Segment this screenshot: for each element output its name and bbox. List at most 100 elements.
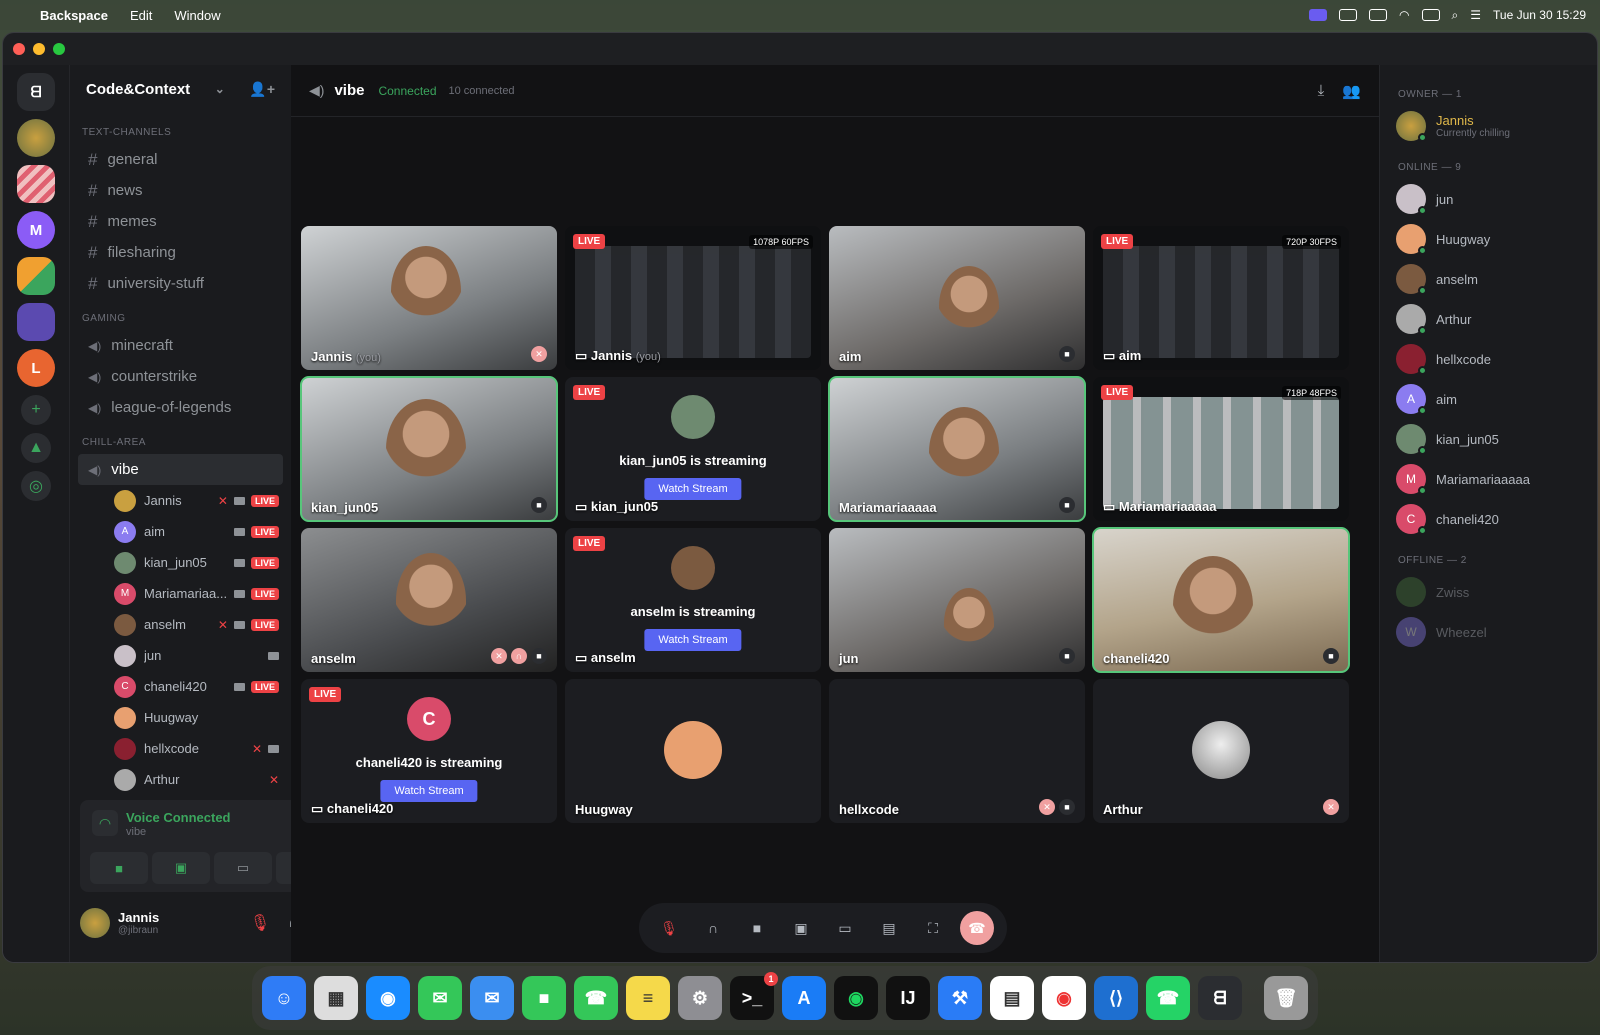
avatar[interactable] xyxy=(80,908,110,938)
server-avatar-1[interactable] xyxy=(17,119,55,157)
download-icon[interactable]: ⤓ xyxy=(1318,82,1325,100)
xcode-icon[interactable]: ⚒ xyxy=(938,976,982,1020)
vscode-icon[interactable]: ⟨⟩ xyxy=(1094,976,1138,1020)
app-store-icon[interactable]: A xyxy=(782,976,826,1020)
server-folder[interactable] xyxy=(17,303,55,341)
member-item[interactable]: Arthur xyxy=(1380,299,1597,339)
notes-icon[interactable]: ≡ xyxy=(626,976,670,1020)
server-code-context[interactable] xyxy=(17,165,55,203)
channel-vibe[interactable]: ◀) vibe xyxy=(78,454,283,485)
voice-user[interactable]: Jannis ✕ LIVE xyxy=(114,485,279,516)
member-item[interactable]: Zwiss xyxy=(1380,572,1597,612)
voice-user[interactable]: Cchaneli420 LIVE xyxy=(114,671,279,702)
member-item[interactable]: Cchaneli420 xyxy=(1380,499,1597,539)
clock[interactable]: Tue Jun 30 15:29 xyxy=(1493,8,1586,22)
channel-filesharing[interactable]: # filesharing xyxy=(78,237,283,268)
watch-stream-button[interactable]: Watch Stream xyxy=(380,780,478,802)
menu-window[interactable]: Window xyxy=(174,8,220,23)
wifi-icon[interactable]: ◠ xyxy=(1399,8,1409,22)
member-item[interactable]: anselm xyxy=(1380,259,1597,299)
terminal-icon[interactable]: >_ 1 xyxy=(730,972,778,1020)
safari-icon[interactable]: ◉ xyxy=(366,976,410,1020)
video-tile[interactable]: anselm ✕ ∩ ■ xyxy=(301,528,557,672)
system-settings-icon[interactable]: ⚙ xyxy=(678,976,722,1020)
channel-minecraft[interactable]: ◀) minecraft xyxy=(78,330,283,361)
app-status-icon[interactable] xyxy=(1339,9,1358,21)
battery-icon[interactable] xyxy=(1421,9,1440,21)
backspace-app-icon[interactable]: ᗺ xyxy=(1198,976,1242,1020)
finder-icon[interactable]: ☺ xyxy=(262,976,306,1020)
headphones-icon[interactable]: ∩ xyxy=(696,911,730,945)
navigate-icon[interactable]: ▲ xyxy=(21,433,51,463)
explore-compass-icon[interactable]: ◎ xyxy=(21,471,51,501)
voice-user[interactable]: Huugway xyxy=(114,702,279,733)
launchpad-icon[interactable]: ▦ xyxy=(314,976,358,1020)
menu-app[interactable]: Backspace xyxy=(40,8,108,23)
chrome-icon[interactable]: ◉ xyxy=(1042,976,1086,1020)
video-tile[interactable]: hellxcode ✕ ■ xyxy=(829,679,1085,823)
facetime-icon[interactable]: ■ xyxy=(522,976,566,1020)
channel-general[interactable]: # general xyxy=(78,144,283,175)
members-icon[interactable]: 👥 xyxy=(1342,82,1361,100)
fullscreen-icon[interactable]: ⛶ xyxy=(916,911,950,945)
voice-user[interactable]: anselm ✕ LIVE xyxy=(114,609,279,640)
voice-user[interactable]: M Mariamariaa... LIVE xyxy=(114,578,279,609)
voice-user[interactable]: Arthur ✕ xyxy=(114,764,279,795)
control-icon[interactable] xyxy=(1369,9,1388,21)
server-m[interactable]: M xyxy=(17,211,55,249)
phone-icon[interactable]: ☎ xyxy=(574,976,618,1020)
server-l[interactable]: L xyxy=(17,349,55,387)
screen-share-button[interactable]: ▣ xyxy=(152,852,210,884)
member-owner[interactable]: Jannis Currently chilling xyxy=(1380,106,1597,146)
channel-news[interactable]: # news xyxy=(78,175,283,206)
video-tile[interactable]: jun ■ xyxy=(829,528,1085,672)
trash-icon[interactable]: 🗑 xyxy=(1264,976,1308,1020)
video-tile[interactable]: kian_jun05 ■ xyxy=(300,376,558,522)
add-server-icon[interactable]: + xyxy=(21,395,51,425)
server-header[interactable]: Code&Context ⌄ 👤+ xyxy=(70,65,291,113)
channel-counterstrike[interactable]: ◀) counterstrike xyxy=(78,361,283,392)
menu-edit[interactable]: Edit xyxy=(130,8,152,23)
video-tile[interactable]: Arthur ✕ xyxy=(1093,679,1349,823)
chat-icon[interactable]: ▤ xyxy=(872,911,906,945)
server-grid[interactable] xyxy=(17,257,55,295)
camera-button[interactable]: ■ xyxy=(90,852,148,884)
image-icon[interactable]: ▭ xyxy=(828,911,862,945)
mic-muted-icon[interactable]: 🎙 xyxy=(250,913,270,933)
voice-user[interactable]: jun xyxy=(114,640,279,671)
control-center-icon[interactable]: ☰ xyxy=(1470,8,1481,22)
category-text-channels[interactable]: TEXT-CHANNELS xyxy=(82,127,291,138)
voice-user[interactable]: Aaim LIVE xyxy=(114,516,279,547)
video-tile[interactable]: chaneli420 ■ xyxy=(1092,527,1350,673)
image-button[interactable]: ▭ xyxy=(214,852,272,884)
home-logo-icon[interactable]: ᗺ xyxy=(17,73,55,111)
intellij-icon[interactable]: IJ xyxy=(886,976,930,1020)
member-item[interactable]: jun xyxy=(1380,179,1597,219)
video-tile[interactable]: Huugway xyxy=(565,679,821,823)
member-item[interactable]: hellxcode xyxy=(1380,339,1597,379)
screen-share-status-icon[interactable] xyxy=(1309,9,1328,21)
messages-icon[interactable]: ✉ xyxy=(418,976,462,1020)
stream-tile[interactable]: LIVE C chaneli420 is streaming Watch Str… xyxy=(301,679,557,823)
voice-user[interactable]: hellxcode ✕ xyxy=(114,733,279,764)
minimize-window-button[interactable] xyxy=(33,43,45,55)
stream-tile[interactable]: LIVE 718P 48FPS ▭ Mariamariaaaaa xyxy=(1093,377,1349,521)
textedit-icon[interactable]: ▤ xyxy=(990,976,1034,1020)
member-item[interactable]: W Wheezel xyxy=(1380,612,1597,652)
mic-muted-icon[interactable]: 🎙 xyxy=(652,911,686,945)
spotlight-icon[interactable]: ⌕ xyxy=(1452,8,1459,23)
channel-memes[interactable]: # memes xyxy=(78,206,283,237)
stream-tile[interactable]: LIVE anselm is streaming Watch Stream ▭ … xyxy=(565,528,821,672)
stream-tile[interactable]: LIVE kian_jun05 is streaming Watch Strea… xyxy=(565,377,821,521)
zoom-window-button[interactable] xyxy=(53,43,65,55)
video-tile[interactable]: Jannis (you) ✕ xyxy=(301,226,557,370)
member-item[interactable]: kian_jun05 xyxy=(1380,419,1597,459)
screen-share-icon[interactable]: ▣ xyxy=(784,911,818,945)
watch-stream-button[interactable]: Watch Stream xyxy=(644,629,742,651)
voice-channel-name[interactable]: vibe xyxy=(126,826,146,838)
video-tile[interactable]: Mariamariaaaaa ■ xyxy=(828,376,1086,522)
video-tile[interactable]: aim ■ xyxy=(829,226,1085,370)
spotify-icon[interactable]: ◉ xyxy=(834,976,878,1020)
hang-up-button[interactable]: ☎ xyxy=(960,911,994,945)
camera-icon[interactable]: ■ xyxy=(740,911,774,945)
